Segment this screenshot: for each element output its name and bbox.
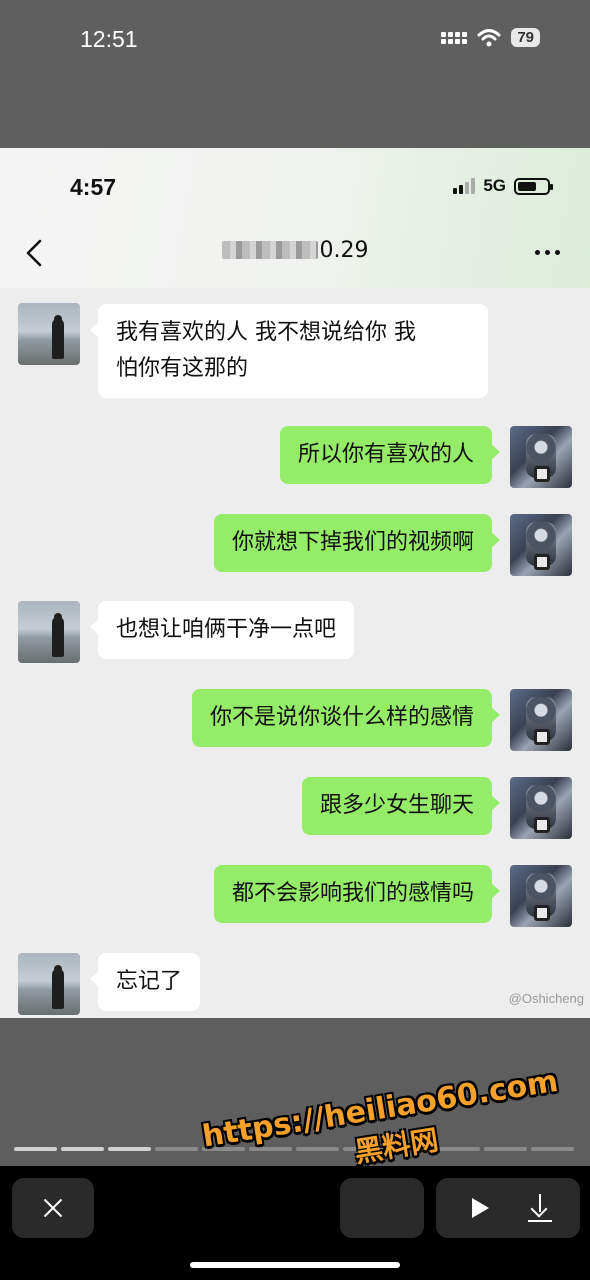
outer-time: 12:51: [80, 26, 138, 52]
home-indicator[interactable]: [190, 1262, 400, 1268]
inner-time: 4:57: [70, 174, 117, 200]
message-text-line: 我有喜欢的人 我不想说给你 我: [116, 320, 416, 345]
download-icon[interactable]: [528, 1194, 552, 1222]
message-text-line: 也想让咱俩干净一点吧: [116, 617, 337, 642]
chat-title: 0.29: [0, 238, 590, 263]
close-icon: [43, 1198, 63, 1218]
outgoing-message-bubble[interactable]: 跟多少女生聊天: [301, 777, 501, 835]
outgoing-message-bubble[interactable]: 都不会影响我们的感情吗: [213, 865, 501, 923]
bottom-control-bar: [0, 1166, 590, 1280]
contact-avatar[interactable]: [18, 953, 80, 1015]
contact-avatar[interactable]: [18, 303, 80, 365]
outer-status-icons: 79: [441, 28, 540, 47]
chat-title-suffix: 0.29: [319, 238, 369, 263]
chat-screenshot: 4:57 5G 0.29 我有喜欢的人 我不想说给你 我怕你有这那的所以你有喜欢…: [0, 148, 590, 1018]
incoming-message-bubble[interactable]: 忘记了: [89, 953, 201, 1011]
outgoing-message-bubble[interactable]: 你不是说你谈什么样的感情: [191, 689, 501, 747]
my-avatar[interactable]: [510, 865, 572, 927]
wifi-icon: [477, 28, 501, 46]
chat-nav-bar: 0.29: [0, 228, 590, 276]
message-text-line: 跟多少女生聊天: [319, 793, 474, 818]
progress-segment: [108, 1147, 151, 1151]
my-avatar[interactable]: [510, 689, 572, 751]
progress-segment: [155, 1147, 198, 1151]
redacted-name: [221, 241, 318, 259]
message-text-line: 忘记了: [116, 969, 183, 994]
cellular-signal-icon: [453, 178, 476, 194]
incoming-message-bubble[interactable]: 也想让咱俩干净一点吧: [89, 601, 355, 659]
close-button[interactable]: [12, 1178, 94, 1238]
outer-status-bar: 12:51 79: [0, 0, 590, 148]
incoming-message-bubble[interactable]: 我有喜欢的人 我不想说给你 我怕你有这那的: [90, 304, 488, 398]
media-button[interactable]: [340, 1178, 424, 1238]
outgoing-message-bubble[interactable]: 你就想下掉我们的视频啊: [213, 514, 501, 572]
play-icon[interactable]: [472, 1198, 489, 1218]
progress-segment: [61, 1147, 104, 1151]
message-text-line: 所以你有喜欢的人: [297, 442, 474, 467]
battery-level: 79: [511, 28, 540, 47]
my-avatar[interactable]: [510, 426, 572, 488]
message-text-line: 怕你有这那的: [116, 356, 249, 381]
outgoing-message-bubble[interactable]: 所以你有喜欢的人: [279, 426, 501, 484]
more-dots-icon[interactable]: [535, 250, 560, 255]
play-download-button[interactable]: [436, 1178, 580, 1238]
message-text-line: 你就想下掉我们的视频啊: [231, 530, 474, 555]
progress-segment: [14, 1147, 57, 1151]
signal-icon: [441, 31, 468, 44]
my-avatar[interactable]: [510, 514, 572, 576]
watermark: @Oshicheng: [508, 991, 584, 1006]
battery-icon: [514, 177, 553, 195]
inner-status-icons: 5G: [453, 176, 553, 196]
network-type: 5G: [483, 176, 506, 195]
contact-avatar[interactable]: [18, 601, 80, 663]
progress-segment: [531, 1147, 574, 1151]
message-text-line: 都不会影响我们的感情吗: [231, 881, 474, 906]
my-avatar[interactable]: [510, 777, 572, 839]
message-text-line: 你不是说你谈什么样的感情: [209, 705, 474, 730]
